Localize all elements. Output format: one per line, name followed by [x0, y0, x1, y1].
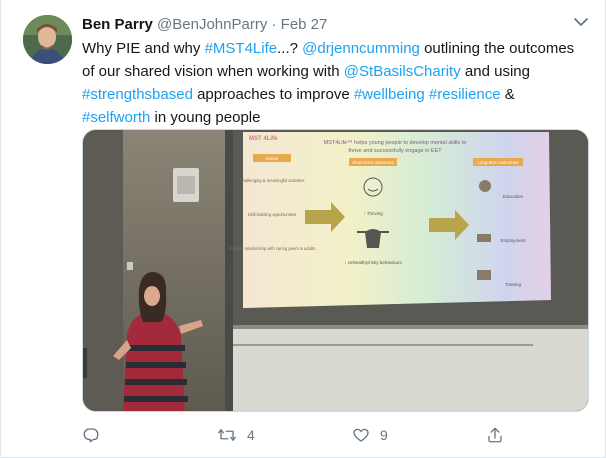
slide-long-header: Long term outcomes: [477, 160, 519, 165]
slide-inputs-header: Inputs: [266, 156, 279, 161]
tweet-date[interactable]: Feb 27: [281, 16, 328, 33]
tweet-header: Ben Parry @BenJohnParry · Feb 27: [82, 15, 327, 35]
tweet-text-segment: and using: [460, 63, 530, 80]
slide-long-item: Education: [503, 194, 524, 199]
slide-short-up: ↑ Thriving: [363, 211, 383, 216]
tweet-text-segment: Why PIE and why: [82, 40, 205, 57]
tweet-card[interactable]: Ben Parry @BenJohnParry · Feb 27 Why PIE…: [0, 0, 606, 458]
hashtag-link[interactable]: #strengthsbased: [82, 86, 193, 103]
slide-input-item: Skill building opportunities: [248, 212, 296, 217]
hashtag-link[interactable]: #resilience: [429, 86, 501, 103]
tweet-actions: 4 9: [1, 423, 606, 449]
mention-link[interactable]: @drjenncumming: [302, 40, 420, 57]
tweet-text: Why PIE and why #MST4Life...? @drjenncum…: [82, 37, 587, 129]
slide-title: MST4Life™ helps young people to develop …: [324, 140, 467, 146]
hashtag-link[interactable]: #selfworth: [82, 109, 150, 126]
slide-long-item: Employment: [500, 238, 526, 243]
share-icon: [488, 427, 502, 443]
retweet-count: 4: [247, 427, 255, 443]
avatar-photo: [23, 15, 72, 64]
reply-button[interactable]: [82, 423, 110, 447]
avatar[interactable]: [23, 15, 72, 64]
tweet-text-segment: ...?: [277, 40, 303, 57]
slide-input-item: Positive relationship with caring peers …: [229, 246, 315, 251]
chevron-down-icon[interactable]: [573, 14, 589, 30]
retweet-button[interactable]: 4: [217, 423, 255, 447]
tweet-text-segment: in young people: [150, 109, 261, 126]
author-handle[interactable]: @BenJohnParry: [157, 16, 267, 33]
slide-input-item: Challenging & meaningful activities: [240, 178, 305, 183]
hashtag-link[interactable]: #wellbeing: [354, 86, 425, 103]
hashtag-link[interactable]: #MST4Life: [205, 40, 278, 57]
heart-icon: [353, 428, 369, 442]
lecture-photo: MST4Life™ helps young people to develop …: [83, 130, 588, 411]
slide-subtitle: thrive and successfully engage in EET: [348, 148, 442, 154]
slide-short-down: ↓ Unhealthy/risky behaviours: [344, 260, 402, 265]
slide-short-header: Short term outcomes: [352, 160, 395, 165]
separator-dot: ·: [267, 16, 281, 33]
like-count: 9: [380, 427, 388, 443]
tweet-text-segment: &: [500, 86, 515, 103]
slide-long-item: Training: [505, 282, 522, 287]
reply-icon: [83, 428, 99, 443]
mention-link[interactable]: @StBasilsCharity: [344, 63, 461, 80]
slide-logo: MST 4Life: [249, 136, 278, 142]
retweet-icon: [218, 429, 236, 441]
share-button[interactable]: [486, 423, 504, 447]
like-button[interactable]: 9: [352, 423, 388, 447]
tweet-text-segment: approaches to improve: [192, 86, 354, 103]
author-name[interactable]: Ben Parry: [82, 16, 153, 33]
tweet-photo[interactable]: MST4Life™ helps young people to develop …: [82, 129, 589, 412]
